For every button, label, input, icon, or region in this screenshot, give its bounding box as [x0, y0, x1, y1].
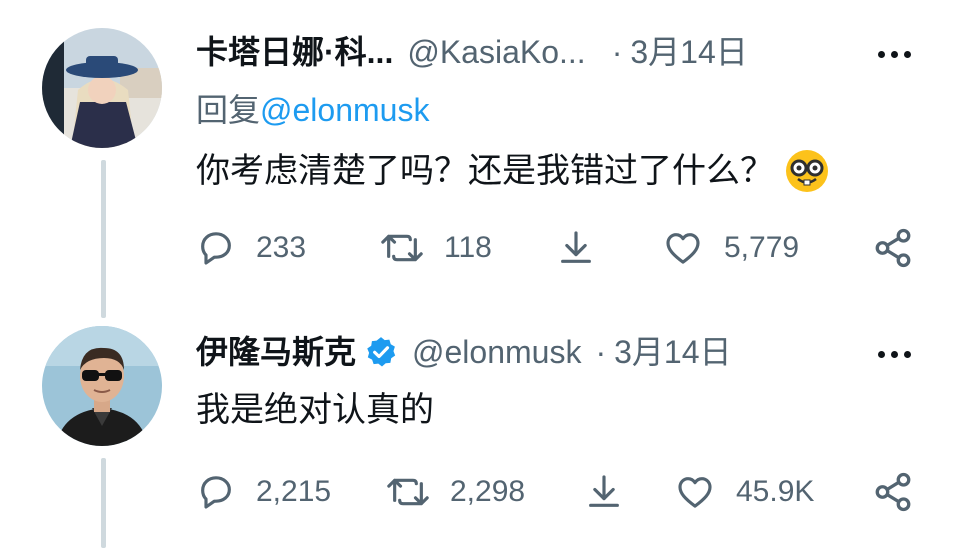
tweet-date[interactable]: 3月14日 — [630, 32, 747, 72]
reply-count: 233 — [256, 231, 307, 264]
like-count: 5,779 — [724, 231, 800, 264]
author-name[interactable]: 伊隆马斯克 — [196, 332, 356, 372]
nerd-face-emoji — [784, 148, 830, 194]
share-icon — [875, 228, 911, 268]
tweet-header: 伊隆马斯克 @elonmusk · 3月14日 — [196, 332, 732, 372]
tweet-actions: 233 118 5,779 — [196, 224, 926, 272]
reply-prefix: 回复 — [196, 92, 261, 128]
verified-badge-icon — [364, 335, 398, 369]
reply-button[interactable]: 2,215 — [196, 468, 331, 516]
tweet-text: 我是绝对认真的 — [196, 388, 434, 432]
tweet-text-content: 我是绝对认真的 — [196, 391, 434, 429]
reply-mention-link[interactable]: @elonmusk — [260, 92, 429, 128]
replying-to: 回复@elonmusk — [196, 90, 429, 130]
like-count: 45.9K — [736, 475, 815, 508]
author-handle[interactable]: @KasiaKo... — [407, 32, 585, 72]
retweet-button[interactable]: 118 — [380, 224, 492, 272]
retweet-count: 118 — [444, 231, 492, 264]
author-handle[interactable]: @elonmusk — [412, 332, 581, 372]
retweet-icon — [387, 478, 429, 506]
more-icon — [877, 50, 911, 58]
tweet-text: 你考虑清楚了吗？还是我错过了什么？ — [196, 148, 830, 194]
more-button[interactable] — [870, 334, 918, 374]
save-button[interactable] — [584, 468, 624, 516]
download-icon — [561, 231, 591, 263]
more-icon — [877, 350, 911, 358]
reply-count: 2,215 — [256, 475, 332, 508]
retweet-count: 2,298 — [450, 475, 526, 508]
like-button[interactable]: 5,779 — [662, 224, 799, 272]
reply-button[interactable]: 233 — [196, 224, 306, 272]
like-icon — [666, 233, 700, 264]
retweet-button[interactable]: 2,298 — [386, 468, 525, 516]
avatar[interactable] — [42, 28, 162, 148]
more-button[interactable] — [870, 34, 918, 74]
share-button[interactable] — [872, 224, 914, 272]
reply-icon — [201, 232, 231, 265]
avatar[interactable] — [42, 326, 162, 446]
retweet-icon — [381, 234, 423, 262]
author-name[interactable]: 卡塔日娜·科... — [196, 32, 393, 72]
share-icon — [875, 472, 911, 512]
tweet-2[interactable]: 伊隆马斯克 @elonmusk · 3月14日 我是绝对认真的 2,215 2,… — [0, 310, 960, 559]
like-icon — [678, 477, 712, 508]
download-icon — [589, 475, 619, 507]
separator: · — [611, 34, 623, 70]
tweet-actions: 2,215 2,298 45.9K — [196, 468, 926, 516]
share-button[interactable] — [872, 468, 914, 516]
tweet-1[interactable]: 卡塔日娜·科... @KasiaKo... · 3月14日 回复@elonmus… — [0, 0, 960, 310]
like-button[interactable]: 45.9K — [674, 468, 814, 516]
tweet-header: 卡塔日娜·科... @KasiaKo... · 3月14日 — [196, 32, 748, 72]
tweet-date[interactable]: 3月14日 — [614, 332, 731, 372]
tweet-text-content: 你考虑清楚了吗？还是我错过了什么？ — [196, 152, 774, 190]
reply-icon — [201, 476, 231, 509]
save-button[interactable] — [556, 224, 596, 272]
separator: · — [595, 334, 607, 370]
